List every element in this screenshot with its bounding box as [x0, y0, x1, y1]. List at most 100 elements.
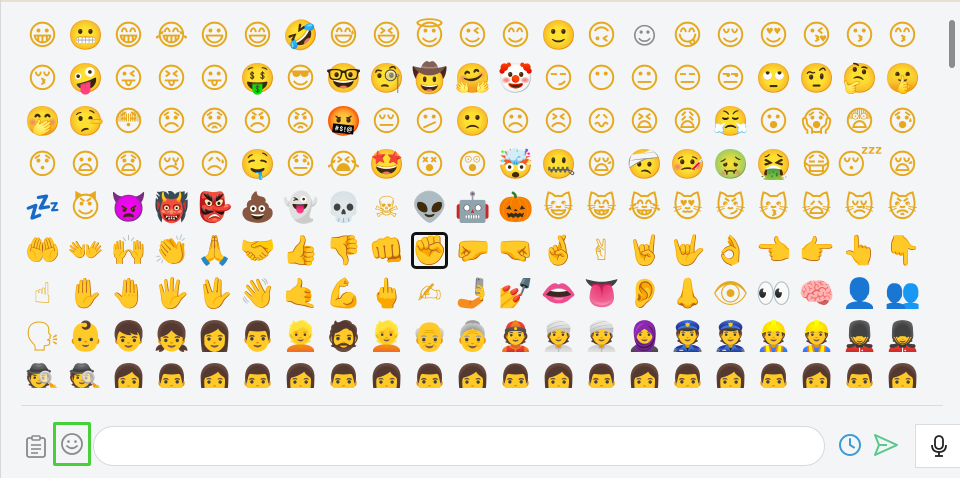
emoji-cell[interactable]: 😓 — [279, 143, 322, 186]
emoji-cell[interactable]: 💪 — [322, 272, 365, 315]
emoji-cell[interactable]: 😠 — [236, 100, 279, 143]
emoji-cell[interactable]: 🕵 — [64, 358, 107, 389]
emoji-cell[interactable]: 👨 — [666, 358, 709, 389]
emoji-cell[interactable]: 👩 — [537, 358, 580, 389]
emoji-cell[interactable]: 😀 — [21, 14, 64, 57]
emoji-cell[interactable]: 👉 — [795, 229, 838, 272]
emoji-cell[interactable]: 👱 — [279, 315, 322, 358]
emoji-cell[interactable]: 😐 — [623, 57, 666, 100]
emoji-cell[interactable]: 👩 — [365, 358, 408, 389]
emoji-cell[interactable]: 🤳 — [451, 272, 494, 315]
emoji-cell[interactable]: 👍 — [279, 229, 322, 272]
emoji-cell[interactable]: 😩 — [666, 100, 709, 143]
emoji-cell[interactable]: 😫 — [623, 100, 666, 143]
emoji-cell[interactable]: 👩 — [881, 358, 924, 389]
emoji-cell[interactable]: 👱 — [365, 315, 408, 358]
emoji-cell[interactable]: 😋 — [666, 14, 709, 57]
emoji-cell[interactable]: 👎 — [322, 229, 365, 272]
emoji-cell[interactable]: ☹ — [494, 100, 537, 143]
emoji-cell[interactable]: 😻 — [666, 186, 709, 229]
emoji-cell[interactable]: 👨 — [236, 315, 279, 358]
emoji-cell[interactable]: 😚 — [21, 57, 64, 100]
clipboard-icon[interactable] — [21, 432, 51, 462]
emoji-cell[interactable]: 🖕 — [365, 272, 408, 315]
emoji-cell[interactable]: 🤤 — [236, 143, 279, 186]
emoji-cell[interactable]: 😛 — [193, 57, 236, 100]
emoji-cell[interactable]: 👿 — [107, 186, 150, 229]
emoji-cell[interactable]: 🧔 — [322, 315, 365, 358]
emoji-cell[interactable]: 👨 — [408, 358, 451, 389]
emoji-cell[interactable]: 👧 — [150, 315, 193, 358]
emoji-cell[interactable]: 😧 — [107, 143, 150, 186]
emoji-cell[interactable]: 👳 — [580, 315, 623, 358]
emoji-cell[interactable]: 😰 — [881, 100, 924, 143]
emoji-cell[interactable]: 💀 — [322, 186, 365, 229]
emoji-cell[interactable]: 🤮 — [752, 143, 795, 186]
emoji-cell[interactable]: 🤛 — [451, 229, 494, 272]
emoji-cell[interactable]: 🤟 — [666, 229, 709, 272]
emoji-cell[interactable]: ✋ — [64, 272, 107, 315]
emoji-cell[interactable]: 👨 — [494, 358, 537, 389]
emoji-cell[interactable]: 🤪 — [64, 57, 107, 100]
emoji-cell[interactable]: 😞 — [150, 100, 193, 143]
emoji-cell[interactable]: 😮 — [752, 100, 795, 143]
message-input[interactable] — [93, 426, 825, 466]
emoji-cell[interactable]: 😝 — [150, 57, 193, 100]
emoji-cell[interactable]: 👩 — [193, 358, 236, 389]
emoji-cell[interactable]: 👻 — [279, 186, 322, 229]
emoji-cell[interactable]: 😆 — [365, 14, 408, 57]
emoji-cell[interactable]: 🤫 — [881, 57, 924, 100]
emoji-cell[interactable]: 😱 — [795, 100, 838, 143]
emoji-cell[interactable]: 🤙 — [279, 272, 322, 315]
emoji-cell[interactable]: 🙁 — [451, 100, 494, 143]
emoji-cell[interactable]: 🎃 — [494, 186, 537, 229]
emoji-cell[interactable]: 👩 — [193, 315, 236, 358]
emoji-cell[interactable]: 😟 — [193, 100, 236, 143]
emoji-cell[interactable]: 👅 — [580, 272, 623, 315]
emoji-cell[interactable]: 🖐 — [150, 272, 193, 315]
emoji-cell[interactable]: 😯 — [21, 143, 64, 186]
emoji-cell[interactable]: ☝ — [21, 272, 64, 315]
emoji-cell[interactable]: 🧕 — [623, 315, 666, 358]
emoji-cell[interactable]: 😦 — [64, 143, 107, 186]
emoji-cell[interactable]: 😑 — [666, 57, 709, 100]
emoji-cell[interactable]: 😨 — [838, 100, 881, 143]
emoji-cell[interactable]: 😲 — [451, 143, 494, 186]
emoji-cell[interactable]: 👃 — [666, 272, 709, 315]
emoji-cell[interactable]: 👶 — [64, 315, 107, 358]
emoji-cell[interactable]: 😶 — [580, 57, 623, 100]
emoji-cell[interactable]: 🤥 — [64, 100, 107, 143]
emoji-cell[interactable]: 👮 — [666, 315, 709, 358]
emoji-cell[interactable]: 😖 — [580, 100, 623, 143]
emoji-cell[interactable]: 👈 — [752, 229, 795, 272]
emoji-cell[interactable]: 😬 — [64, 14, 107, 57]
emoji-cell[interactable]: 😢 — [150, 143, 193, 186]
emoji-cell[interactable]: 👇 — [881, 229, 924, 272]
emoji-cell[interactable]: 👐 — [64, 229, 107, 272]
emoji-cell[interactable]: 🤭 — [21, 100, 64, 143]
emoji-cell[interactable]: 😕 — [408, 100, 451, 143]
emoji-cell[interactable]: 👄 — [537, 272, 580, 315]
emoji-cell[interactable]: 😙 — [881, 14, 924, 57]
emoji-cell[interactable]: 😄 — [236, 14, 279, 57]
emoji-cell[interactable]: 👋 — [236, 272, 279, 315]
emoji-cell[interactable]: 👴 — [408, 315, 451, 358]
emoji-cell[interactable]: 🤨 — [795, 57, 838, 100]
emoji-cell[interactable]: 😇 — [408, 14, 451, 57]
emoji-cell[interactable]: 🤐 — [537, 143, 580, 186]
emoji-cell[interactable]: 💂 — [838, 315, 881, 358]
emoji-cell[interactable]: 😘 — [795, 14, 838, 57]
emoji-cell[interactable]: 👳 — [537, 315, 580, 358]
microphone-button[interactable] — [915, 424, 960, 468]
emoji-cell[interactable]: 😗 — [838, 14, 881, 57]
emoji-cell[interactable]: 🤯 — [494, 143, 537, 186]
emoji-button[interactable] — [53, 422, 91, 466]
emoji-cell[interactable]: 😔 — [365, 100, 408, 143]
emoji-cell[interactable]: 😳 — [107, 100, 150, 143]
emoji-cell[interactable]: ✊ — [408, 229, 451, 272]
emoji-cell[interactable]: ✍ — [408, 272, 451, 315]
emoji-cell[interactable]: 👩 — [451, 358, 494, 389]
emoji-cell[interactable]: 🖖 — [193, 272, 236, 315]
emoji-cell[interactable]: 👩 — [107, 358, 150, 389]
emoji-cell[interactable]: 🤢 — [709, 143, 752, 186]
